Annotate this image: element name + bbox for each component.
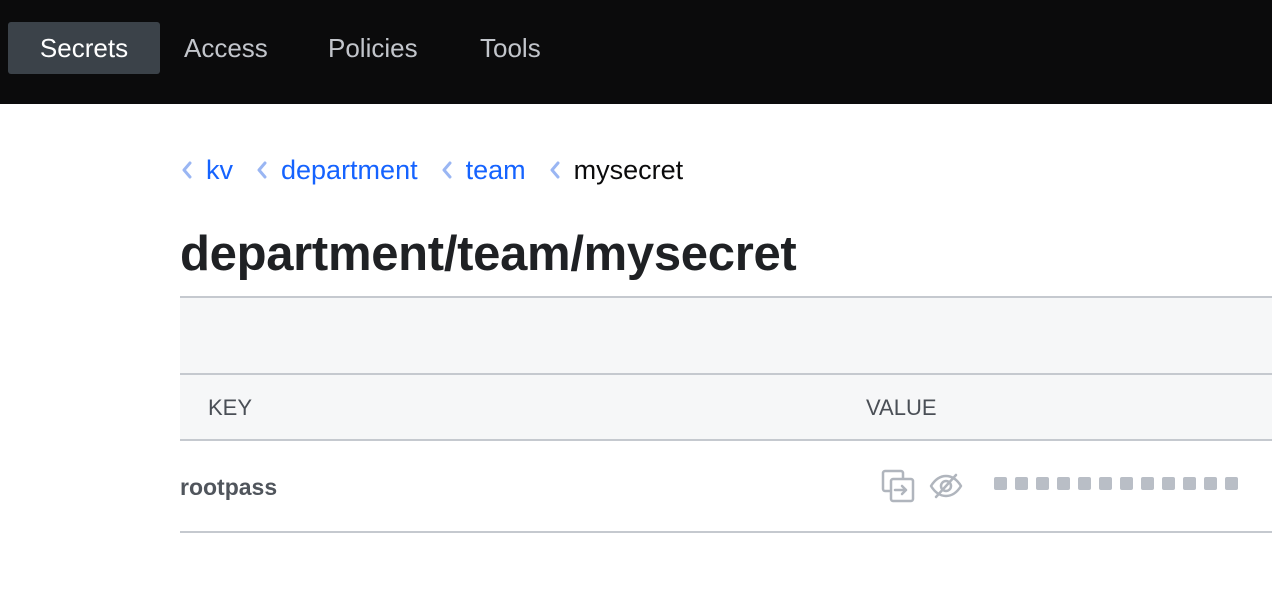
breadcrumb-link-kv[interactable]: kv bbox=[206, 155, 233, 186]
copy-button[interactable] bbox=[880, 468, 916, 504]
secret-toolbar bbox=[180, 296, 1272, 375]
chevron-left-icon bbox=[180, 161, 194, 179]
nav-item-policies[interactable]: Policies bbox=[328, 22, 418, 74]
column-header-value: VALUE bbox=[866, 395, 937, 420]
top-navigation: Secrets Access Policies Tools bbox=[0, 0, 1272, 104]
masked-secret-value bbox=[994, 477, 1238, 490]
breadcrumb-item-mysecret: mysecret bbox=[548, 154, 684, 186]
mask-dot bbox=[1204, 477, 1217, 490]
chevron-left-icon bbox=[255, 161, 269, 179]
chevron-left-icon bbox=[548, 161, 562, 179]
mask-dot bbox=[1078, 477, 1091, 490]
mask-dot bbox=[1120, 477, 1133, 490]
mask-dot bbox=[1183, 477, 1196, 490]
page-title: department/team/mysecret bbox=[180, 227, 797, 281]
breadcrumb-item-department[interactable]: department bbox=[255, 155, 418, 186]
breadcrumb-current: mysecret bbox=[573, 154, 684, 185]
mask-dot bbox=[1141, 477, 1154, 490]
mask-dot bbox=[1099, 477, 1112, 490]
table-row: rootpass bbox=[180, 441, 1272, 533]
breadcrumb-link-department[interactable]: department bbox=[281, 155, 418, 186]
chevron-left-icon bbox=[440, 161, 454, 179]
nav-item-secrets[interactable]: Secrets bbox=[8, 22, 160, 74]
table-header: KEY VALUE bbox=[180, 375, 1272, 441]
mask-dot bbox=[994, 477, 1007, 490]
breadcrumb-item-kv[interactable]: kv bbox=[180, 155, 233, 186]
secret-key: rootpass bbox=[180, 474, 278, 500]
mask-dot bbox=[1057, 477, 1070, 490]
breadcrumb-link-team[interactable]: team bbox=[466, 155, 526, 186]
mask-dot bbox=[1162, 477, 1175, 490]
mask-dot bbox=[1036, 477, 1049, 490]
nav-item-tools[interactable]: Tools bbox=[480, 22, 541, 74]
column-header-key: KEY bbox=[208, 395, 253, 420]
mask-dot bbox=[1225, 477, 1238, 490]
breadcrumb-item-team[interactable]: team bbox=[440, 155, 526, 186]
reveal-secret-button[interactable] bbox=[928, 470, 964, 502]
breadcrumb: kv department team mysecret bbox=[180, 150, 705, 190]
eye-slash-icon bbox=[929, 473, 963, 499]
mask-dot bbox=[1015, 477, 1028, 490]
nav-item-access[interactable]: Access bbox=[184, 22, 268, 74]
copy-icon bbox=[881, 469, 915, 503]
